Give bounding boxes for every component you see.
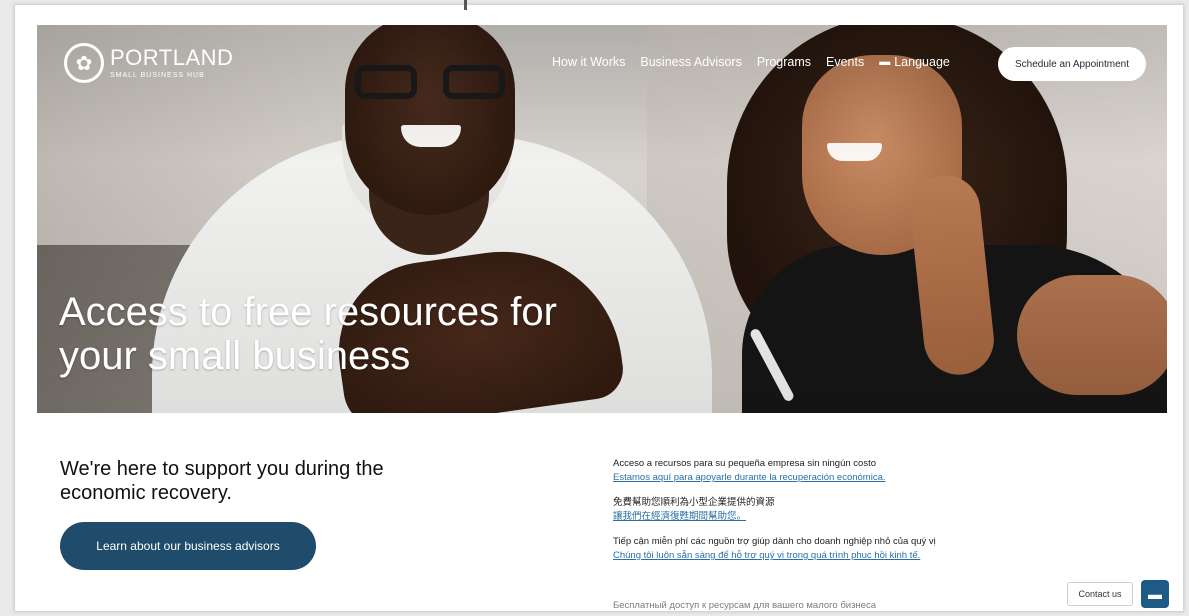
translation-title: Acceso a recursos para su pequeña empres… xyxy=(613,458,876,469)
hero-title: Access to free resources for your small … xyxy=(59,290,557,378)
logo-title: PORTLAND xyxy=(110,45,234,70)
support-heading-line1: We're here to support you during the xyxy=(60,458,384,480)
translations-list: Acceso a recursos para su pequeña empres… xyxy=(613,457,1033,611)
browser-frame: ✿ PORTLAND SMALL BUSINESS HUB How it Wor… xyxy=(14,4,1184,612)
learn-advisors-button[interactable]: Learn about our business advisors xyxy=(60,522,316,570)
schedule-appointment-button[interactable]: Schedule an Appointment xyxy=(998,47,1146,81)
chat-button[interactable]: ▬ xyxy=(1141,580,1169,608)
hero-title-line1: Access to free resources for xyxy=(59,290,557,334)
cursor-mark xyxy=(464,0,467,10)
translation-title: Tiếp cận miễn phí các nguồn trợ giúp dàn… xyxy=(613,536,936,547)
nav-programs[interactable]: Programs xyxy=(757,55,811,69)
translation-link[interactable]: Estamos aquí para apoyarle durante la re… xyxy=(613,471,1033,485)
logo-subtitle: SMALL BUSINESS HUB xyxy=(110,72,205,79)
rose-icon: ✿ xyxy=(64,43,104,83)
translation-title: 免費幫助您順利為小型企業提供的資源 xyxy=(613,497,775,508)
nav-events[interactable]: Events xyxy=(826,55,864,69)
nav-business-advisors[interactable]: Business Advisors xyxy=(640,55,741,69)
flag-icon: ▬ xyxy=(879,56,891,68)
translation-link[interactable]: Chúng tôi luôn sẵn sàng để hỗ trợ quý vị… xyxy=(613,549,1033,563)
hero-banner: ✿ PORTLAND SMALL BUSINESS HUB How it Wor… xyxy=(37,25,1167,413)
nav-how-it-works[interactable]: How it Works xyxy=(552,55,625,69)
support-heading-line2: economic recovery. xyxy=(60,482,232,504)
contact-us-button[interactable]: Contact us xyxy=(1067,582,1133,606)
language-label: Language xyxy=(894,55,950,69)
logo-text: PORTLAND SMALL BUSINESS HUB xyxy=(110,45,234,80)
support-heading: We're here to support you during the eco… xyxy=(60,457,460,505)
translation-chinese: 免費幫助您順利為小型企業提供的資源 讓我們在經濟復甦期間幫助您。 xyxy=(613,496,1033,524)
translation-vietnamese: Tiếp cận miễn phí các nguồn trợ giúp dàn… xyxy=(613,535,1033,563)
main-nav: How it Works Business Advisors Programs … xyxy=(552,55,950,69)
translation-link[interactable]: 讓我們在經濟復甦期間幫助您。 xyxy=(613,510,1033,524)
site-logo[interactable]: ✿ PORTLAND SMALL BUSINESS HUB xyxy=(64,43,233,83)
hero-title-line2: your small business xyxy=(59,334,411,378)
chat-icon: ▬ xyxy=(1148,586,1162,602)
translation-spanish: Acceso a recursos para su pequeña empres… xyxy=(613,457,1033,485)
translation-russian-partial: Бесплатный доступ к ресурсам для вашего … xyxy=(613,600,876,611)
nav-language[interactable]: ▬ Language xyxy=(879,55,950,69)
